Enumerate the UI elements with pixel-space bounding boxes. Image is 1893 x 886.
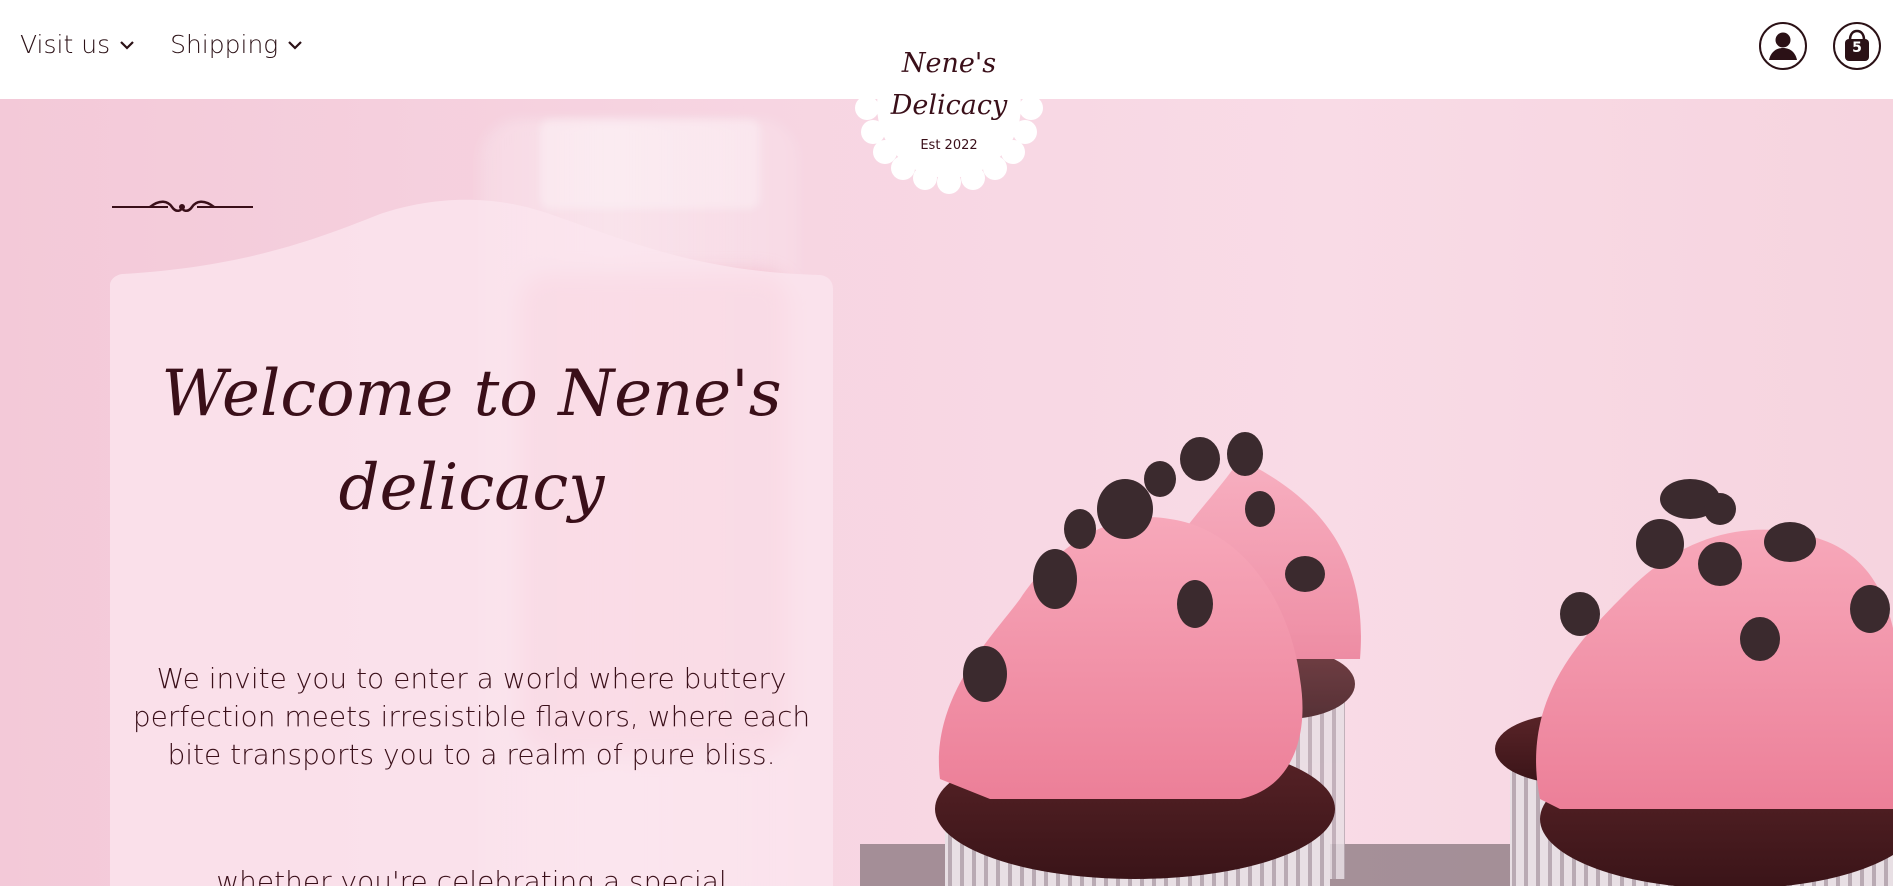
nav-visit-us[interactable]: Visit us (20, 30, 136, 59)
header-actions: 5 (1759, 22, 1881, 70)
logo-line1: Nene's (901, 48, 997, 79)
welcome-heading-line2: delicacy (338, 451, 605, 525)
nav-visit-us-label: Visit us (20, 30, 111, 59)
card-background-shape (110, 199, 833, 886)
logo-line2: Delicacy (890, 90, 1008, 121)
logo-est: Est 2022 (920, 138, 978, 153)
main-nav: Visit us Shipping (20, 30, 304, 59)
cart-button[interactable]: 5 (1833, 22, 1881, 70)
welcome-description: We invite you to enter a world where but… (132, 662, 811, 771)
site-logo[interactable]: Nene's Delicacy Est 2022 (855, 34, 1043, 194)
user-icon (1769, 32, 1797, 60)
nav-shipping[interactable]: Shipping (170, 30, 304, 59)
welcome-heading: Welcome to Nene's delicacy (110, 347, 833, 535)
welcome-card: Welcome to Nene's delicacy We invite you… (110, 197, 833, 886)
welcome-description-continued: whether you're celebrating a special (216, 865, 727, 886)
account-button[interactable] (1759, 22, 1807, 70)
welcome-heading-line1: Welcome to Nene's (161, 357, 782, 431)
page: Welcome to Nene's delicacy We invite you… (0, 0, 1893, 886)
chevron-down-icon (288, 40, 303, 50)
cart-count-badge: 5 (1852, 40, 1862, 56)
nav-shipping-label: Shipping (170, 30, 279, 59)
chevron-down-icon (120, 40, 134, 50)
flourish-divider-icon (112, 200, 253, 212)
